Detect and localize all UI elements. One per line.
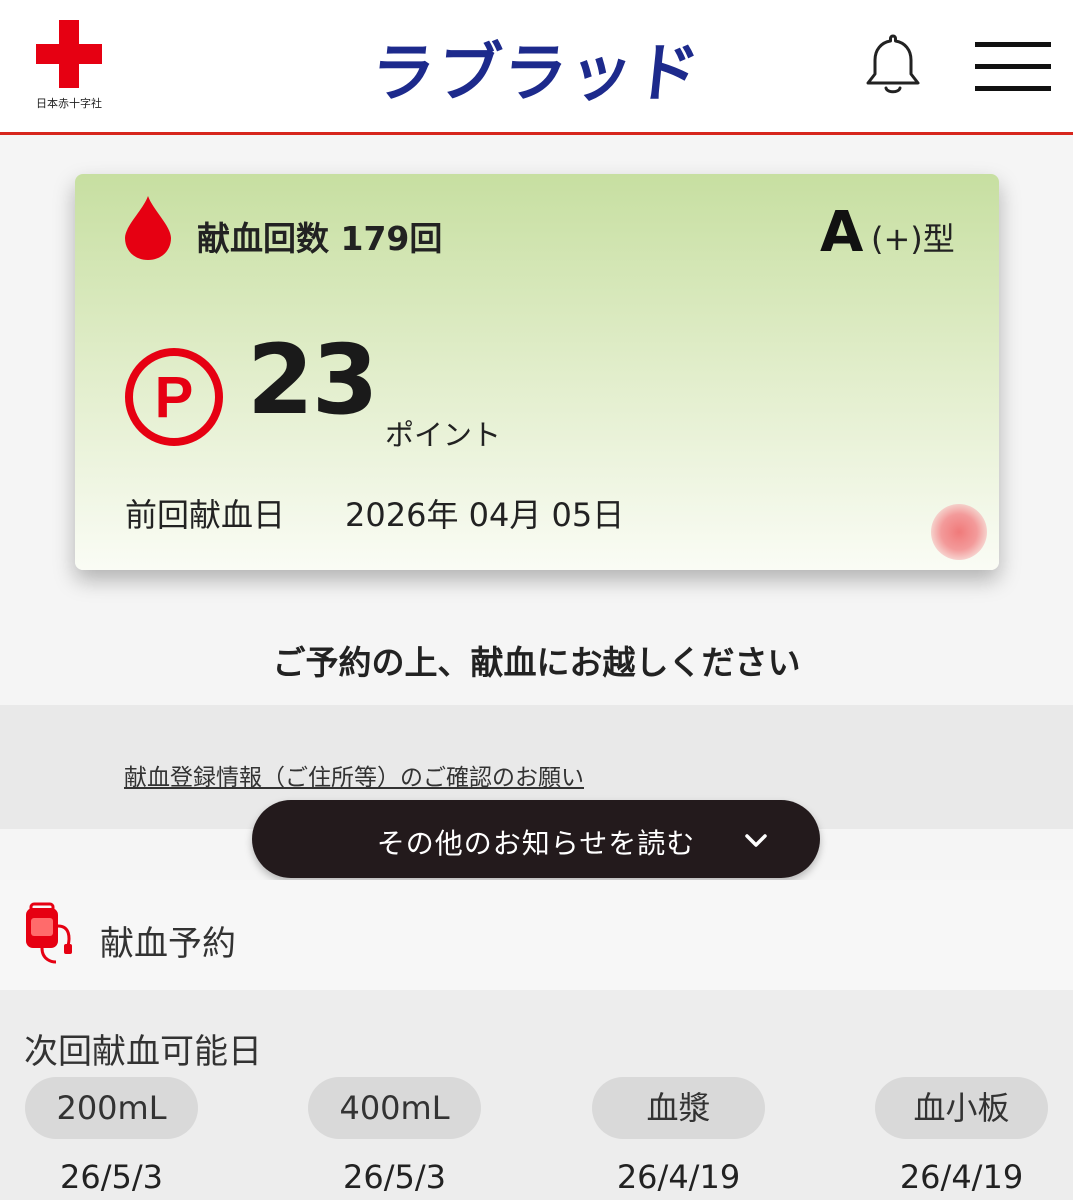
blood-type-letter: A	[820, 200, 864, 265]
reservation-row[interactable]: 献血予約	[0, 880, 1073, 990]
donation-type-pill: 血漿	[592, 1077, 765, 1139]
card-indicator-dot	[931, 504, 987, 560]
next-donation-section: 次回献血可能日 200mL 26/5/3 400mL 26/5/3 血漿 26/…	[0, 990, 1073, 1200]
red-cross-logo-icon	[34, 20, 104, 90]
next-donation-date: 26/4/19	[616, 1158, 741, 1196]
points-icon: P	[123, 346, 225, 448]
donation-type-pill: 血小板	[875, 1077, 1048, 1139]
hamburger-menu-icon[interactable]	[975, 42, 1051, 92]
last-donation-date: 2026年 04月 05日	[345, 496, 625, 534]
bell-icon[interactable]	[858, 30, 928, 100]
blood-type-suffix: (+)型	[871, 220, 955, 258]
donor-card[interactable]: 献血回数 179回 A (+)型 P 23 ポイント 前回献血日 2026年 0…	[75, 174, 999, 570]
app-title: ラブラッド	[366, 37, 705, 111]
reservation-label: 献血予約	[100, 924, 236, 964]
chevron-down-icon	[742, 828, 770, 852]
points-value: 23	[247, 324, 379, 436]
last-donation-label: 前回献血日	[125, 496, 286, 534]
more-notices-label: その他のお知らせを読む	[376, 827, 696, 860]
svg-text:P: P	[155, 365, 194, 430]
reservation-message: ご予約の上、献血にお越しください	[272, 643, 801, 682]
org-name: 日本赤十字社	[36, 97, 102, 110]
next-donation-date: 26/5/3	[60, 1158, 163, 1196]
next-donation-date: 26/5/3	[343, 1158, 446, 1196]
notice-link[interactable]: 献血登録情報（ご住所等）のご確認のお願い	[124, 758, 584, 792]
donation-type-pill: 400mL	[308, 1077, 481, 1139]
more-notices-button[interactable]: その他のお知らせを読む	[252, 800, 820, 878]
donation-count: 献血回数 179回	[197, 219, 443, 258]
next-donation-title: 次回献血可能日	[24, 1032, 262, 1072]
blood-bag-icon	[22, 902, 78, 966]
donation-type-pill: 200mL	[25, 1077, 198, 1139]
next-donation-date: 26/4/19	[899, 1158, 1024, 1196]
app-header: 日本赤十字社 ラブラッド	[0, 0, 1073, 135]
blood-drop-icon	[123, 194, 173, 262]
points-unit: ポイント	[385, 418, 502, 452]
